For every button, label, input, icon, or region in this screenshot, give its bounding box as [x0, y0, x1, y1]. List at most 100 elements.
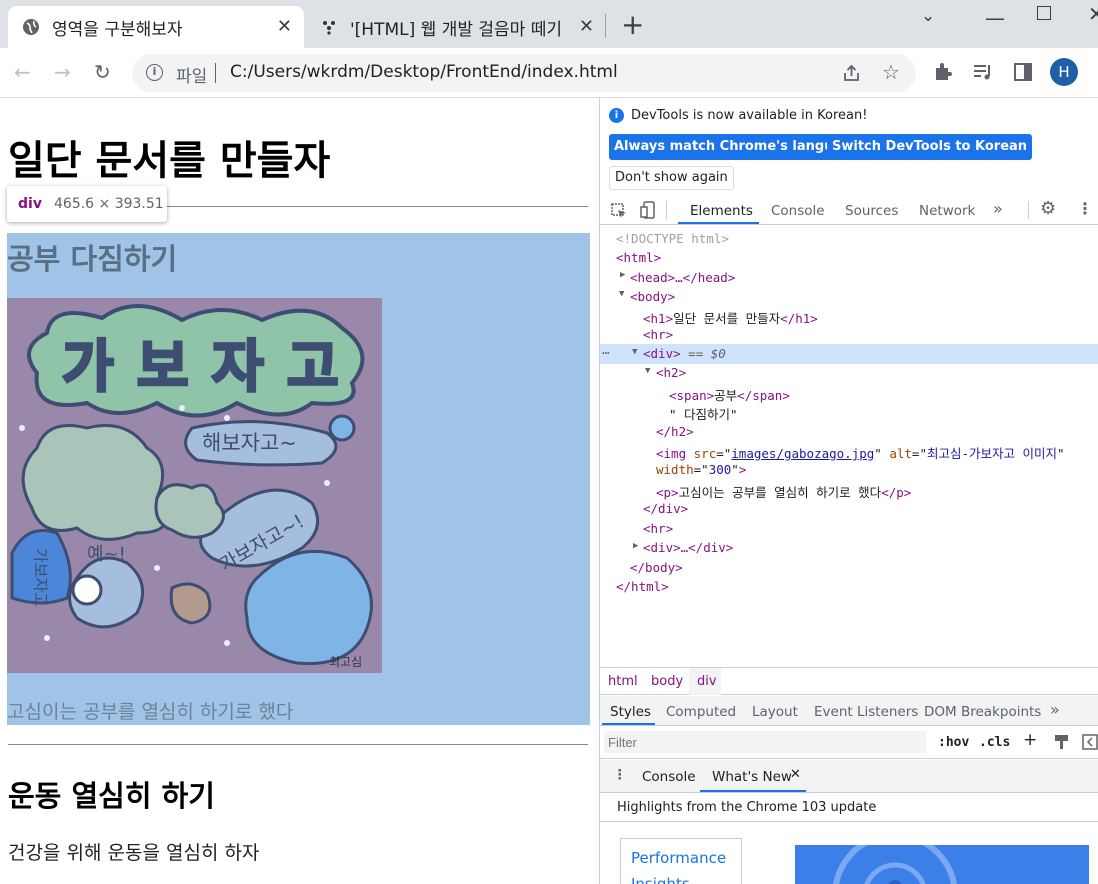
- breadcrumb-body[interactable]: body: [651, 674, 683, 689]
- sidebar-toggle-icon[interactable]: [1082, 734, 1098, 750]
- profile-avatar[interactable]: H: [1050, 58, 1078, 86]
- web-page: 일단 문서를 만들자 div 465.6 × 393.51 공부 다짐하기 가 …: [0, 98, 599, 884]
- globe-icon: [23, 19, 39, 35]
- section2-heading-h2: 운동 열심히 하기: [8, 779, 215, 813]
- forward-arrow-icon[interactable]: →: [54, 60, 71, 84]
- bookmark-star-icon[interactable]: ☆: [882, 60, 900, 84]
- tab-computed[interactable]: Computed: [666, 704, 736, 720]
- tree-img-width[interactable]: width="300">: [656, 462, 746, 477]
- tree-img[interactable]: <img src="images/gabozago.jpg" alt="최고심-…: [656, 443, 1065, 462]
- close-tab-icon[interactable]: ✕: [277, 16, 292, 37]
- tree-text-node[interactable]: " 다짐하기": [669, 404, 738, 423]
- whats-new-header: Highlights from the Chrome 103 update: [600, 794, 1098, 822]
- velog-icon: [323, 21, 335, 35]
- device-toolbar-icon[interactable]: [640, 201, 656, 220]
- maximize-button[interactable]: [1037, 6, 1051, 20]
- tab-inactive[interactable]: '[HTML] 웹 개발 걸음마 떼기 ✕: [312, 6, 606, 48]
- tab-bar: 영역을 구분해보자 ✕ '[HTML] 웹 개발 걸음마 떼기 ✕ + ⌄ — …: [0, 0, 1098, 48]
- expand-triangle-icon[interactable]: ▶: [620, 270, 625, 280]
- tree-div-close[interactable]: </div>: [643, 501, 688, 516]
- expand-triangle-icon[interactable]: ▶: [633, 541, 638, 551]
- cls-toggle[interactable]: .cls: [979, 735, 1010, 750]
- new-tab-button[interactable]: +: [621, 8, 644, 41]
- hr-divider: [8, 744, 588, 745]
- minimize-button[interactable]: —: [985, 6, 1005, 30]
- image-bubble-1: 해보자고~: [202, 431, 297, 455]
- tree-p[interactable]: <p>고심이는 공부를 열심히 하기로 했다</p>: [656, 482, 911, 501]
- address-bar[interactable]: i 파일 C:/Users/wkrdm/Desktop/FrontEnd/ind…: [132, 54, 916, 92]
- page-heading-h1: 일단 문서를 만들자: [8, 138, 331, 184]
- drawer-tabbar: ⋮ Console What's New ✕: [600, 760, 1098, 793]
- drawer-tab-console[interactable]: Console: [642, 769, 696, 785]
- image-signature: 최고심: [329, 655, 362, 669]
- close-drawer-tab-icon[interactable]: ✕: [790, 767, 801, 782]
- tree-body-close[interactable]: </body>: [630, 560, 683, 575]
- section-paragraph: 고심이는 공부를 열심히 하기로 했다: [7, 701, 294, 723]
- info-icon[interactable]: i: [146, 64, 163, 81]
- hov-toggle[interactable]: :hov: [938, 735, 969, 750]
- performance-insights-card[interactable]: Performance Insights: [620, 838, 742, 884]
- reload-icon[interactable]: ↻: [94, 60, 111, 84]
- extensions-icon[interactable]: [933, 62, 953, 82]
- tab-elements[interactable]: Elements: [690, 203, 753, 219]
- tree-div-selected[interactable]: <div> == $0: [643, 346, 726, 361]
- drawer-menu-icon[interactable]: ⋮: [613, 767, 627, 783]
- tab-layout[interactable]: Layout: [752, 704, 798, 720]
- tab-console[interactable]: Console: [771, 203, 825, 219]
- more-tabs-icon[interactable]: »: [993, 199, 1003, 218]
- image-bubble-3: 예~!: [87, 544, 126, 565]
- media-icon[interactable]: [972, 62, 994, 82]
- tree-h2-close[interactable]: </h2>: [656, 424, 694, 439]
- tree-doctype[interactable]: <!DOCTYPE html>: [616, 231, 729, 246]
- tree-html-close[interactable]: </html>: [616, 579, 669, 594]
- paint-icon[interactable]: [1054, 734, 1070, 750]
- tree-body[interactable]: <body>: [630, 289, 675, 304]
- styles-filter-input[interactable]: [604, 731, 926, 753]
- tree-span[interactable]: <span>공부</span>: [669, 385, 790, 404]
- dont-show-button[interactable]: Don't show again: [609, 166, 734, 190]
- close-tab-icon[interactable]: ✕: [579, 16, 594, 37]
- chevron-down-icon[interactable]: ⌄: [921, 6, 935, 26]
- selected-marker: == $0: [688, 346, 726, 361]
- switch-korean-button[interactable]: Switch DevTools to Korean: [827, 134, 1033, 160]
- tab-active[interactable]: 영역을 구분해보자 ✕: [8, 6, 304, 48]
- tab-event-listeners[interactable]: Event Listeners: [814, 704, 918, 720]
- tree-h2[interactable]: <h2>: [656, 365, 686, 380]
- img-width-value: 300: [708, 462, 732, 477]
- tree-p-text: 고심이는 공부를 열심히 하기로 했다: [678, 485, 882, 500]
- share-icon[interactable]: [842, 64, 862, 82]
- tab-sources[interactable]: Sources: [845, 203, 898, 219]
- image-word-1: 보: [137, 335, 189, 400]
- tree-div-collapsed[interactable]: <div>…</div>: [643, 540, 733, 555]
- tree-head[interactable]: <head>…</head>: [630, 270, 735, 285]
- tab-divider: [1028, 201, 1029, 219]
- node-menu-icon[interactable]: ⋯: [602, 345, 610, 360]
- collapse-triangle-icon[interactable]: ▼: [632, 347, 637, 357]
- inspect-tooltip: div 465.6 × 393.51: [7, 186, 167, 222]
- tab-dom-breakpoints[interactable]: DOM Breakpoints: [924, 704, 1041, 720]
- tree-h1[interactable]: <h1>일단 문서를 만들자</h1>: [643, 308, 818, 327]
- tree-html[interactable]: <html>: [616, 250, 661, 265]
- breadcrumb-div[interactable]: div: [697, 674, 717, 689]
- styles-filter-bar: :hov .cls +: [600, 727, 1098, 759]
- section2-paragraph: 건강을 위해 운동을 열심히 하자: [8, 842, 260, 864]
- tab-styles[interactable]: Styles: [610, 704, 651, 720]
- back-arrow-icon[interactable]: ←: [14, 60, 31, 84]
- kebab-menu-icon[interactable]: ⋮: [1077, 199, 1093, 218]
- inspect-element-icon[interactable]: [610, 202, 628, 220]
- breadcrumb-html[interactable]: html: [608, 674, 638, 689]
- address-url[interactable]: C:/Users/wkrdm/Desktop/FrontEnd/index.ht…: [230, 62, 618, 82]
- tree-hr-2[interactable]: <hr>: [643, 521, 673, 536]
- tab-network[interactable]: Network: [919, 203, 975, 219]
- more-tabs-icon[interactable]: »: [1050, 700, 1060, 719]
- drawer-tab-whats-new[interactable]: What's New: [712, 769, 792, 785]
- side-panel-icon[interactable]: [1013, 62, 1033, 82]
- collapse-triangle-icon[interactable]: ▼: [619, 289, 624, 299]
- close-window-button[interactable]: ✕: [1088, 2, 1098, 26]
- img-src-link[interactable]: images/gabozago.jpg: [731, 446, 874, 461]
- collapse-triangle-icon[interactable]: ▼: [645, 366, 650, 376]
- address-separator: [215, 63, 216, 83]
- settings-gear-icon[interactable]: ⚙: [1040, 198, 1056, 219]
- tree-hr[interactable]: <hr>: [643, 327, 673, 342]
- new-rule-icon[interactable]: +: [1023, 730, 1037, 750]
